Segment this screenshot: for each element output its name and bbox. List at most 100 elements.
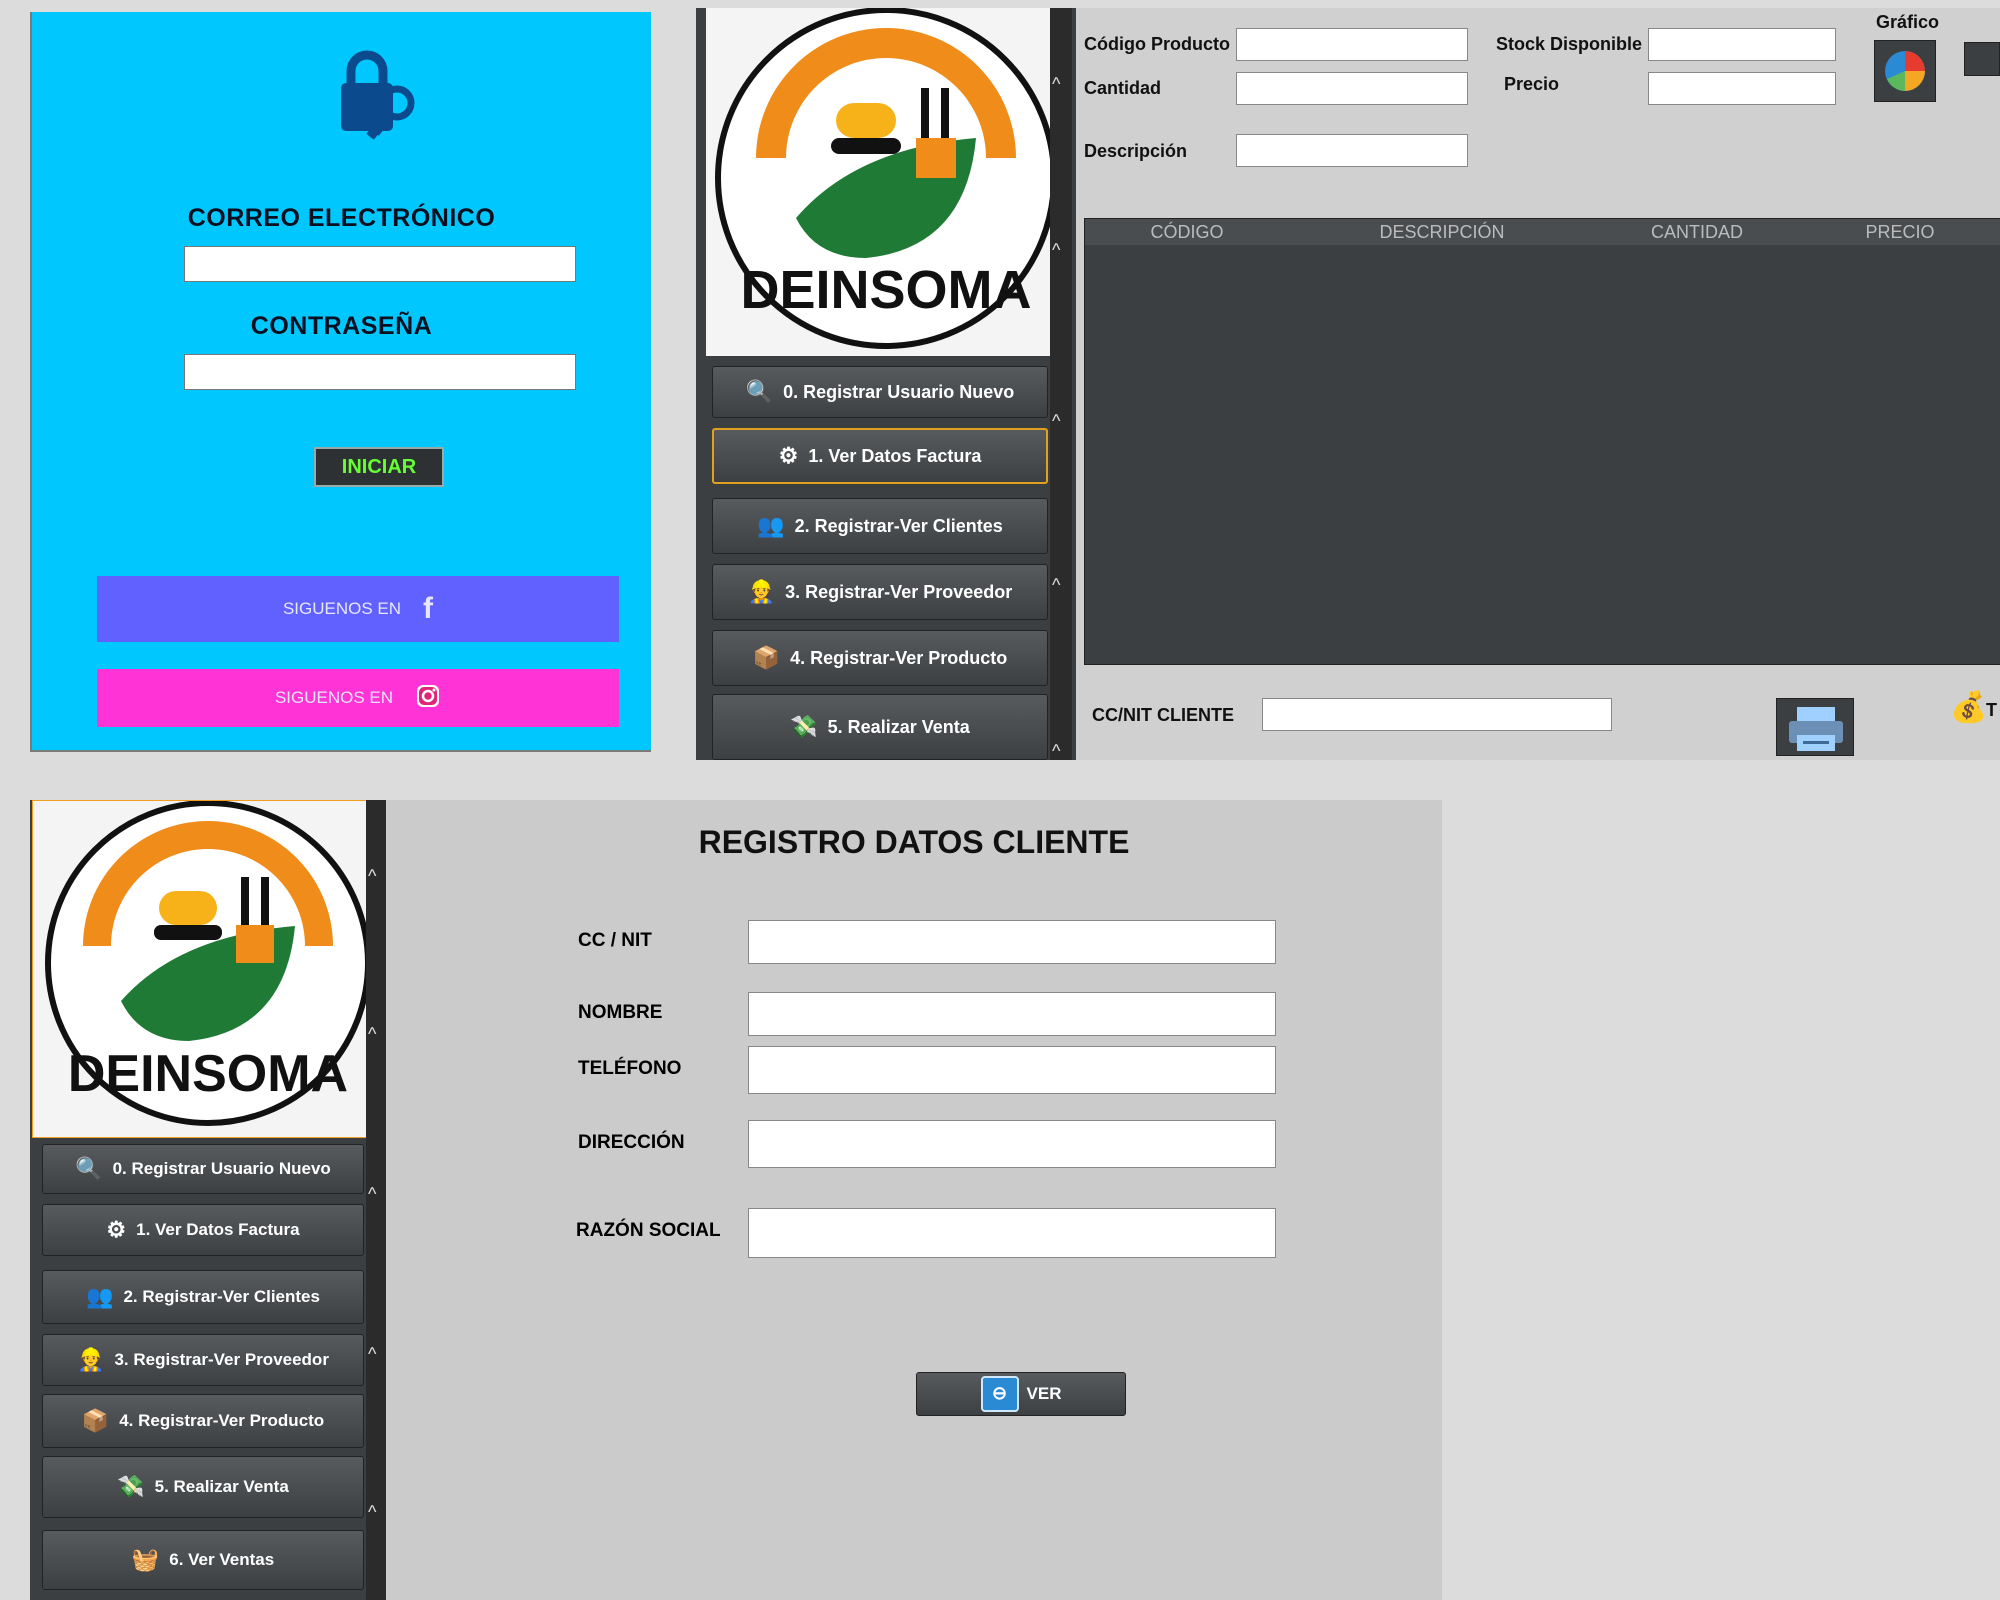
invoice-table: CÓDIGO DESCRIPCIÓN CANTIDAD PRECIO xyxy=(1084,218,2000,665)
nav-ver-datos-factura[interactable]: ⚙ 1. Ver Datos Factura xyxy=(712,428,1048,484)
nav-label: 6. Ver Ventas xyxy=(169,1550,275,1569)
nav-label: 3. Registrar-Ver Proveedor xyxy=(785,581,1013,602)
precio-label: Precio xyxy=(1504,74,1560,94)
col-codigo[interactable]: CÓDIGO xyxy=(1085,219,1290,245)
eye-icon: ⊖ xyxy=(980,1376,1019,1412)
descripcion-input[interactable] xyxy=(1236,134,1468,167)
stock-label: Stock Disponible xyxy=(1496,34,1643,54)
nav-label: 5. Realizar Venta xyxy=(154,1477,289,1496)
instagram-follow-label: SIGUENOS EN xyxy=(274,688,394,707)
login-panel: CORREO ELECTRÓNICO CONTRASEÑA INICIAR SI… xyxy=(30,12,651,752)
codigo-label: Código Producto xyxy=(1084,34,1230,54)
instagram-follow-button[interactable]: SIGUENOS EN xyxy=(97,669,619,727)
logo-brand-bottom: DEINSOMA xyxy=(68,1045,348,1103)
hand-money-icon: 💸 xyxy=(790,714,818,739)
cantidad-input[interactable] xyxy=(1236,72,1468,105)
hand-money-icon: 💸 xyxy=(117,1474,145,1499)
people-icon: 👥 xyxy=(86,1284,114,1309)
nav-label: 0. Registrar Usuario Nuevo xyxy=(112,1159,331,1178)
col-precio[interactable]: PRECIO xyxy=(1799,219,2000,245)
grafico-label: Gráfico xyxy=(1876,12,1940,32)
logo: DEINSOMA xyxy=(706,7,1057,356)
telefono-input[interactable] xyxy=(748,1046,1276,1094)
nav-registrar-clientes[interactable]: 👥 2. Registrar-Ver Clientes xyxy=(712,498,1048,554)
direccion-label: DIRECCIÓN xyxy=(578,1132,685,1153)
sidebar-bottom: DEINSOMA ^ ^ ^ ^ ^ 🔍 0. Registrar Usuario… xyxy=(30,800,386,1600)
stock-input[interactable] xyxy=(1648,28,1836,61)
codigo-input[interactable] xyxy=(1236,28,1468,61)
printer-icon xyxy=(1789,707,1843,751)
nav-label: 5. Realizar Venta xyxy=(827,716,970,737)
nav-registrar-usuario[interactable]: 🔍 0. Registrar Usuario Nuevo xyxy=(712,366,1048,418)
nav-registrar-producto[interactable]: 📦 4. Registrar-Ver Producto xyxy=(42,1394,364,1448)
sidebar-top: DEINSOMA ^ ^ ^ ^ ^ 🔍 0. Registrar Usuario… xyxy=(696,7,1076,761)
ver-button[interactable]: ⊖ VER xyxy=(916,1372,1126,1416)
gear-icon: ⚙ xyxy=(778,443,799,468)
razon-social-label: RAZÓN SOCIAL xyxy=(576,1220,721,1241)
direccion-input[interactable] xyxy=(748,1120,1276,1168)
pie-chart-icon xyxy=(1885,51,1925,91)
instagram-icon xyxy=(415,683,441,714)
toolbar-button[interactable] xyxy=(1964,42,2000,76)
logo: DEINSOMA xyxy=(32,800,371,1138)
cc-input[interactable] xyxy=(748,920,1276,964)
cliente-label: CC/NIT CLIENTE xyxy=(1092,705,1234,725)
facebook-icon: f xyxy=(423,592,434,625)
facebook-follow-label: SIGUENOS EN xyxy=(282,599,402,618)
nav-registrar-proveedor[interactable]: 👷 3. Registrar-Ver Proveedor xyxy=(712,564,1048,620)
cantidad-label: Cantidad xyxy=(1084,78,1162,98)
email-input[interactable] xyxy=(184,246,576,282)
worker-icon: 👷 xyxy=(747,579,776,604)
nav-label: 1. Ver Datos Factura xyxy=(808,445,982,466)
descripcion-label: Descripción xyxy=(1084,141,1188,161)
nav-label: 2. Registrar-Ver Clientes xyxy=(123,1287,320,1306)
nav-label: 0. Registrar Usuario Nuevo xyxy=(783,381,1015,402)
precio-input[interactable] xyxy=(1648,72,1836,105)
people-icon: 👥 xyxy=(757,513,785,538)
worker-icon: 👷 xyxy=(77,1347,105,1372)
nav-registrar-proveedor[interactable]: 👷 3. Registrar-Ver Proveedor xyxy=(42,1334,364,1386)
basket-icon: 🧺 xyxy=(131,1547,160,1572)
page-title: REGISTRO DATOS CLIENTE xyxy=(698,824,1130,860)
boxes-icon: 📦 xyxy=(752,645,781,670)
money-bag-icon: 💰 xyxy=(1950,691,1988,724)
nav-label: 4. Registrar-Ver Producto xyxy=(119,1411,325,1430)
nav-ver-datos-factura[interactable]: ⚙ 1. Ver Datos Factura xyxy=(42,1204,364,1256)
nav-registrar-producto[interactable]: 📦 4. Registrar-Ver Producto xyxy=(712,630,1048,686)
col-cantidad[interactable]: CANTIDAD xyxy=(1595,219,1800,245)
nav-registrar-clientes[interactable]: 👥 2. Registrar-Ver Clientes xyxy=(42,1270,364,1324)
chart-button[interactable] xyxy=(1874,40,1936,102)
gear-icon: ⚙ xyxy=(106,1217,127,1242)
nav-realizar-venta[interactable]: 💸 5. Realizar Venta xyxy=(42,1456,364,1518)
nav-label: 3. Registrar-Ver Proveedor xyxy=(114,1350,329,1369)
nav-ver-ventas[interactable]: 🧺 6. Ver Ventas xyxy=(42,1530,364,1590)
print-button[interactable] xyxy=(1776,698,1854,756)
lock-key-icon xyxy=(329,48,429,148)
razon-social-input[interactable] xyxy=(748,1208,1276,1258)
password-label: CONTRASEÑA xyxy=(250,312,433,340)
email-label: CORREO ELECTRÓNICO xyxy=(187,204,496,232)
telefono-label: TELÉFONO xyxy=(578,1058,682,1079)
facebook-follow-button[interactable]: SIGUENOS EN f xyxy=(97,576,619,642)
logo-brand: DEINSOMA xyxy=(740,260,1031,320)
nombre-label: NOMBRE xyxy=(578,1002,663,1023)
ver-label: VER xyxy=(1026,1384,1062,1403)
invoice-panel: Código Producto Cantidad Descripción Sto… xyxy=(1076,8,2000,760)
boxes-icon: 📦 xyxy=(81,1408,110,1433)
nav-registrar-usuario[interactable]: 🔍 0. Registrar Usuario Nuevo xyxy=(42,1144,364,1194)
nav-realizar-venta[interactable]: 💸 5. Realizar Venta xyxy=(712,694,1048,760)
login-button[interactable]: INICIAR xyxy=(314,447,444,487)
nombre-input[interactable] xyxy=(748,992,1276,1036)
nav-label: 4. Registrar-Ver Producto xyxy=(790,647,1008,668)
cliente-input[interactable] xyxy=(1262,698,1612,731)
nav-label: 2. Registrar-Ver Clientes xyxy=(794,515,1003,536)
password-input[interactable] xyxy=(184,354,576,390)
col-descripcion[interactable]: DESCRIPCIÓN xyxy=(1289,219,1596,245)
scrollbar[interactable]: ^ ^ ^ ^ ^ xyxy=(366,800,386,1600)
client-form: REGISTRO DATOS CLIENTE CC / NIT NOMBRE T… xyxy=(386,800,1442,1600)
total-label: T xyxy=(1986,700,1997,720)
nav-label: 1. Ver Datos Factura xyxy=(136,1220,300,1239)
magnifier-icon: 🔍 xyxy=(745,379,774,404)
scrollbar[interactable]: ^ ^ ^ ^ ^ xyxy=(1050,8,1072,761)
magnifier-icon: 🔍 xyxy=(75,1156,103,1181)
